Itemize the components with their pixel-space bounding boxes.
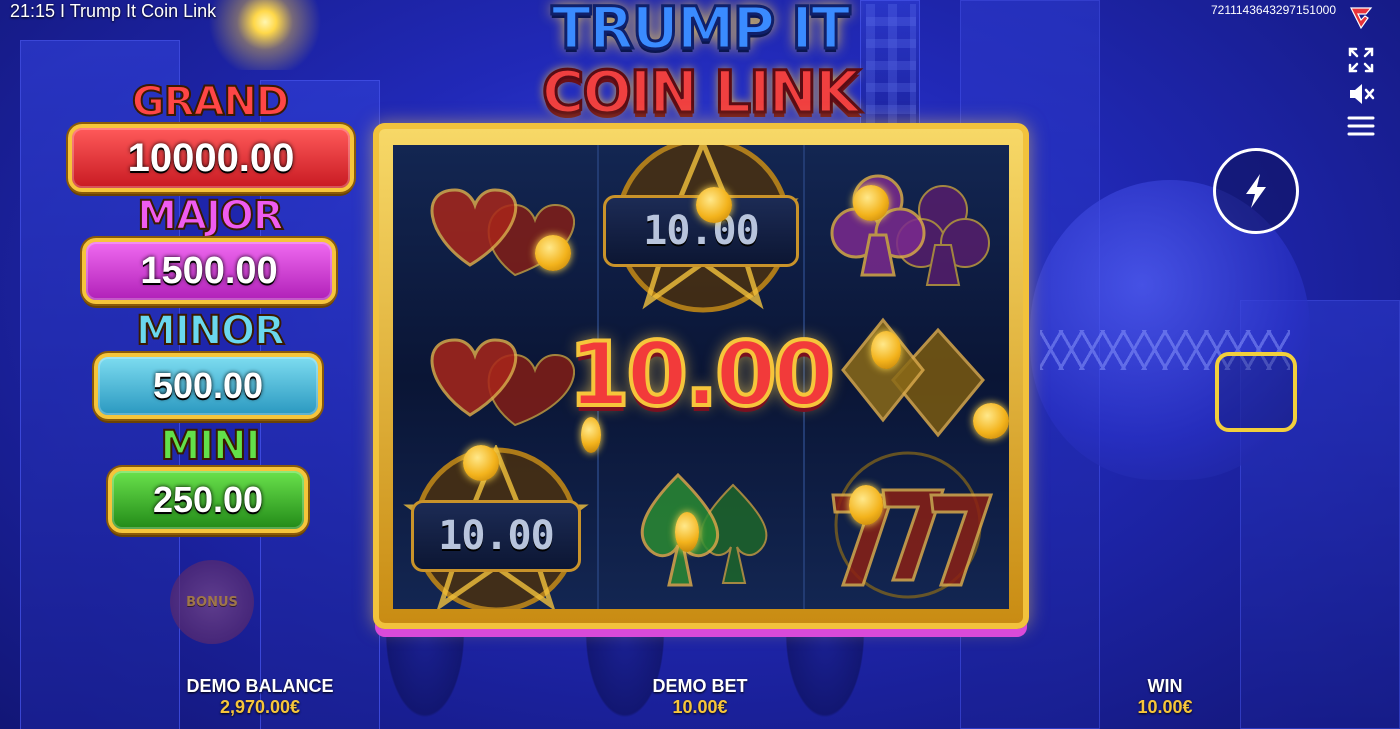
jackpot-mini-label: MINI — [159, 423, 261, 469]
menu-icon — [1347, 116, 1375, 136]
jackpot-grand-label: GRAND — [131, 79, 290, 125]
coin — [535, 235, 571, 271]
logo-line-2: COIN LINK — [540, 57, 861, 128]
round-id: 7211143643297151000 — [1210, 3, 1336, 17]
jackpot-minor-value: 500.00 — [94, 353, 322, 419]
sevens-symbol — [831, 451, 994, 599]
jackpot-minor-label: MINOR — [135, 308, 286, 354]
stop-button[interactable] — [1215, 352, 1297, 432]
balance-label: DEMO BALANCE — [186, 676, 334, 696]
window-title: 21:15 I Trump It Coin Link — [10, 1, 217, 21]
lightning-icon — [1246, 174, 1266, 208]
coin — [871, 331, 901, 369]
win-amount-display: 10.00 — [566, 321, 836, 428]
coin — [973, 403, 1009, 439]
coin — [696, 187, 732, 223]
jackpot-mini-value: 250.00 — [108, 467, 308, 533]
logo-line-1: TRUMP IT — [550, 0, 852, 64]
spades-symbol — [640, 472, 768, 587]
coin — [675, 512, 699, 552]
menu-button[interactable] — [1345, 110, 1377, 142]
coin — [463, 445, 499, 481]
cash-symbol-value: 10.00 — [411, 500, 581, 572]
win-info: WIN 10.00€ — [1065, 676, 1265, 718]
bet-info[interactable]: DEMO BET 10.00€ — [600, 676, 800, 718]
win-value: 10.00€ — [1137, 697, 1193, 717]
fullscreen-button[interactable] — [1345, 44, 1377, 76]
coin — [849, 485, 883, 525]
coin — [853, 185, 889, 221]
fullscreen-icon — [1348, 47, 1374, 73]
jackpot-major-value: 1500.00 — [82, 238, 336, 304]
balance-info: DEMO BALANCE 2,970.00€ — [160, 676, 360, 718]
turbo-button[interactable] — [1213, 148, 1299, 234]
win-label: WIN — [1147, 676, 1183, 696]
game-logo: TRUMP IT COIN LINK — [520, 0, 880, 140]
bonus-label: BONUS — [186, 594, 238, 610]
bet-value: 10.00€ — [672, 697, 728, 717]
bonus-buy-button[interactable]: BONUS — [170, 560, 254, 644]
balance-value: 2,970.00€ — [219, 697, 301, 717]
jackpot-major-label: MAJOR — [136, 193, 284, 239]
sound-muted-icon — [1350, 84, 1375, 104]
jackpot-grand-value: 10000.00 — [68, 124, 354, 192]
bet-label: DEMO BET — [652, 676, 748, 696]
brand-logo-icon — [1348, 4, 1374, 30]
sound-toggle-button[interactable] — [1345, 78, 1377, 110]
clubs-symbol — [830, 174, 990, 286]
